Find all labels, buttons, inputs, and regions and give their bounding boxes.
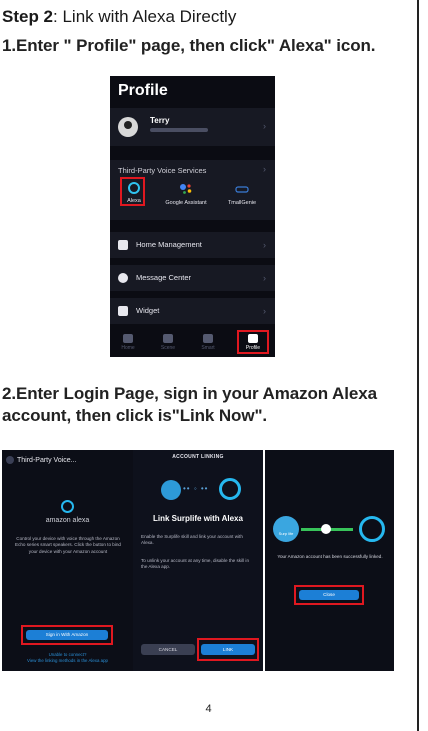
success-message: Your Amazon account has been successfull…: [277, 554, 383, 559]
home-icon: [123, 334, 133, 343]
chevron-right-icon: ›: [263, 164, 266, 174]
menu-label: Widget: [136, 306, 160, 315]
menu-label: Home Management: [136, 240, 202, 249]
back-icon: [6, 456, 14, 464]
screen2-title: Link Surplife with Alexa: [153, 514, 243, 523]
screen1-header: Third-Party Voice...: [6, 456, 77, 464]
nav-label: Smart: [201, 345, 215, 351]
nav-scene: Scene: [154, 334, 182, 351]
surplife-badge-text: Surp life: [278, 531, 294, 536]
service-label: Google Assistant: [165, 200, 207, 206]
link-highlight-box: [197, 638, 259, 661]
close-highlight-box: [294, 585, 364, 605]
menu-widget: Widget ›: [110, 298, 275, 324]
screen2-header: ACCOUNT LINKING: [172, 454, 224, 460]
profile-screenshot: Profile Terry › Third-Party Voice Servic…: [110, 76, 275, 357]
user-card: Terry ›: [110, 108, 275, 146]
home-management-icon: [118, 240, 128, 250]
nav-home: Home: [114, 334, 142, 351]
link-check-icon: [321, 524, 331, 534]
screen2-para-1: Enable the Surplife skill and link your …: [141, 534, 243, 546]
screen1-description: Control your device with voice through t…: [15, 536, 121, 554]
step-heading: Step 2: Link with Alexa Directly: [2, 6, 236, 28]
account-linking-screenshot: ACCOUNT LINKING •• ◦ •• Link Surplife wi…: [133, 450, 263, 671]
message-icon: [118, 273, 128, 283]
alexa-icon: [61, 500, 74, 513]
service-tmallgenie: TmallGenie: [218, 182, 266, 206]
link-success-screenshot: Surp life Your Amazon account has been s…: [265, 450, 394, 671]
user-name: Terry: [150, 116, 170, 125]
screen2-para-2: To unlink your account at any time, disa…: [141, 558, 250, 570]
sign-in-highlight-box: [21, 625, 113, 645]
step-label: Step 2: [2, 7, 54, 26]
avatar: [118, 117, 138, 137]
google-assistant-icon: [180, 184, 192, 194]
service-label: TmallGenie: [227, 200, 257, 206]
surplife-icon: Surp life: [273, 516, 299, 542]
page-number: 4: [205, 703, 212, 715]
surplife-icon: [161, 480, 181, 500]
chevron-right-icon: ›: [263, 240, 266, 250]
help-link-2: View the linking methods in the Alexa ap…: [27, 658, 108, 663]
user-email-blurred: [150, 128, 208, 132]
chevron-right-icon: ›: [263, 306, 266, 316]
menu-label: Message Center: [136, 273, 192, 282]
instruction-1: 1.Enter " Profile" page, then click" Ale…: [2, 36, 376, 55]
service-google-assistant: Google Assistant: [162, 182, 210, 206]
smart-icon: [203, 334, 213, 343]
amazon-alexa-brand: amazon alexa: [45, 517, 90, 524]
nav-label: Scene: [160, 345, 176, 351]
step-title: : Link with Alexa Directly: [53, 7, 237, 26]
menu-message-center: Message Center ›: [110, 265, 275, 291]
cancel-button: CANCEL: [141, 644, 195, 655]
nav-label: Home: [121, 345, 135, 351]
alexa-highlight-box: [120, 177, 145, 206]
nav-smart: Smart: [194, 334, 222, 351]
menu-home-management: Home Management ›: [110, 232, 275, 258]
chevron-right-icon: ›: [263, 121, 266, 131]
instruction-2: 2.Enter Login Page, sign in your Amazon …: [2, 384, 377, 425]
profile-title: Profile: [118, 82, 168, 99]
profile-highlight-box: [237, 330, 269, 354]
widget-icon: [118, 306, 128, 316]
chevron-right-icon: ›: [263, 273, 266, 283]
scene-icon: [163, 334, 173, 343]
screen1-header-text: Third-Party Voice...: [17, 456, 77, 464]
tmallgenie-icon: [235, 186, 249, 193]
page-right-border: [417, 0, 419, 731]
alexa-icon: [219, 478, 241, 500]
alexa-icon: [359, 516, 385, 542]
voice-services-title: Third-Party Voice Services: [118, 166, 207, 175]
link-dots-icon: •• ◦ ••: [183, 484, 209, 493]
alexa-signin-screenshot: Third-Party Voice... amazon alexa Contro…: [2, 450, 133, 671]
